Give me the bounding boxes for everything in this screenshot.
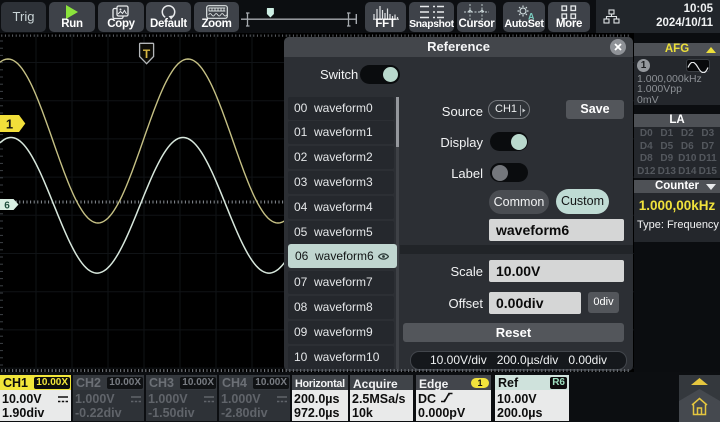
svg-text:6: 6 [4,201,10,212]
svg-text:T: T [143,47,151,61]
svg-text:1: 1 [6,117,13,132]
